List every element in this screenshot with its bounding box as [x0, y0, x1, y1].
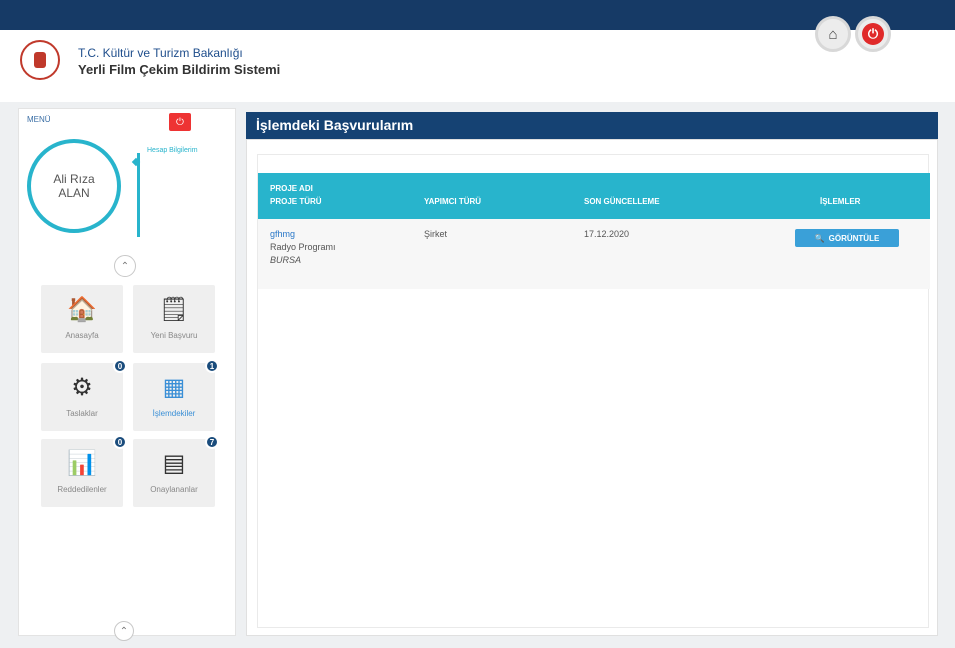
home-icon: 🏠 — [67, 296, 97, 323]
profile-divider — [137, 153, 140, 237]
search-icon: 🔍 — [814, 233, 825, 243]
account-info-link[interactable]: Hesap Bilgilerim — [147, 147, 198, 154]
collapse-bottom-button[interactable]: ⌃ — [114, 621, 134, 641]
tile-anasayfa[interactable]: 🏠 Anasayfa — [41, 285, 123, 353]
sidebar-logout-button[interactable]: ⏻ — [169, 113, 191, 131]
col-header-islemler: İŞLEMLER — [820, 197, 861, 206]
chevron-up-icon: ⌃ — [119, 625, 129, 637]
view-button-label: GÖRÜNTÜLE — [828, 233, 880, 243]
tile-label: Taslaklar — [66, 409, 98, 418]
project-name-link[interactable]: gfhmg — [270, 229, 295, 239]
applications-table: PROJE ADI PROJE TÜRÜ YAPIMCI TÜRÜ SON GÜ… — [257, 154, 930, 628]
home-icon: ⌂ — [828, 25, 838, 43]
avatar: Ali Rıza ALAN — [27, 139, 121, 233]
tile-reddedilenler[interactable]: 📊 Reddedilenler 0 — [41, 435, 127, 507]
table-header: PROJE ADI PROJE TÜRÜ YAPIMCI TÜRÜ SON GÜ… — [258, 173, 930, 219]
collapse-up-button[interactable]: ⌃ — [114, 255, 136, 277]
power-icon: ⏻ — [176, 116, 184, 128]
tile-label: Anasayfa — [65, 331, 99, 340]
count-badge: 1 — [205, 359, 219, 373]
tile-label: Onaylananlar — [150, 485, 198, 494]
count-badge: 0 — [113, 359, 127, 373]
home-button[interactable]: ⌂ — [815, 16, 851, 52]
tile-label: İşlemdekiler — [152, 409, 196, 418]
gears-icon: ⚙ — [71, 374, 93, 401]
grid-icon: ▦ — [162, 374, 186, 401]
col-header-proje-turu: PROJE TÜRÜ — [270, 197, 322, 206]
tile-onaylananlar[interactable]: ▤ Onaylananlar 7 — [133, 435, 219, 507]
top-bar — [0, 0, 955, 30]
project-type: Radyo Programı — [270, 242, 336, 252]
table-row: gfhmg Radyo Programı BURSA Şirket 17.12.… — [258, 219, 930, 289]
tile-yeni-basvuru[interactable]: 🗒 Yeni Başvuru — [133, 285, 215, 353]
page-title: İşlemdeki Başvurularım — [246, 112, 938, 139]
system-name: Yerli Film Çekim Bildirim Sistemi — [78, 62, 281, 77]
report-icon: 📊 — [67, 450, 97, 477]
user-last-name: ALAN — [58, 186, 90, 200]
user-first-name: Ali Rıza — [53, 172, 95, 186]
count-badge: 0 — [113, 435, 127, 449]
col-header-proje-adi: PROJE ADI — [270, 184, 313, 193]
power-icon: ⏻ — [862, 23, 884, 45]
tile-label: Yeni Başvuru — [150, 331, 198, 340]
notepad-icon: 🗒 — [158, 296, 190, 323]
sidebar: MENÜ ⏻ Ali Rıza ALAN Hesap Bilgilerim ⌃ … — [18, 108, 236, 641]
count-badge: 7 — [205, 435, 219, 449]
col-header-son-guncelleme: SON GÜNCELLEME — [584, 197, 660, 206]
menu-label: MENÜ — [27, 115, 51, 124]
logout-button[interactable]: ⏻ — [855, 16, 891, 52]
tile-islemdekiler[interactable]: ▦ İşlemdekiler 1 — [133, 359, 219, 431]
producer-type: Şirket — [424, 229, 448, 239]
org-name: T.C. Kültür ve Turizm Bakanlığı — [78, 46, 243, 60]
chevron-up-icon: ⌃ — [120, 260, 130, 272]
binders-icon: ▤ — [162, 450, 186, 477]
project-city: BURSA — [270, 255, 302, 265]
last-updated: 17.12.2020 — [584, 229, 630, 239]
col-header-yapimci-turu: YAPIMCI TÜRÜ — [424, 197, 482, 206]
main-panel: PROJE ADI PROJE TÜRÜ YAPIMCI TÜRÜ SON GÜ… — [246, 139, 938, 636]
view-button[interactable]: 🔍 GÖRÜNTÜLE — [795, 229, 899, 247]
tile-label: Reddedilenler — [57, 485, 107, 494]
tile-taslaklar[interactable]: ⚙ Taslaklar 0 — [41, 359, 127, 431]
ministry-logo — [20, 40, 60, 80]
